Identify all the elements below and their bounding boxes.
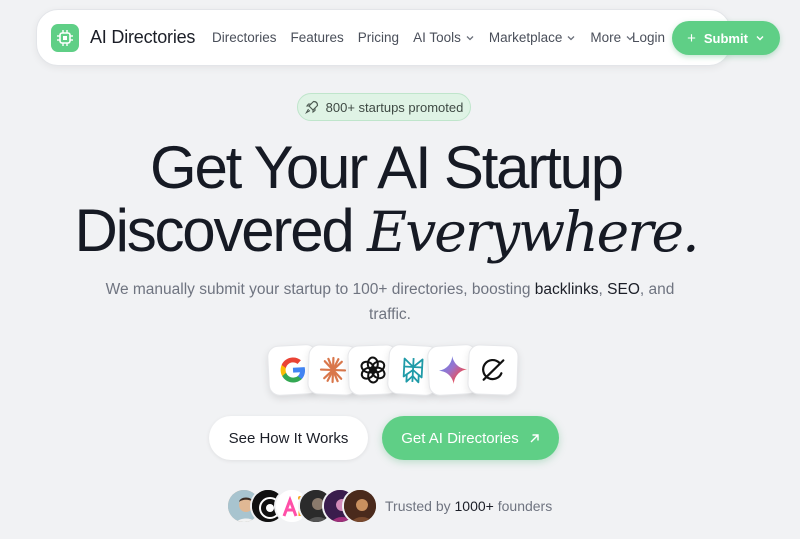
- nav-item-label: Features: [290, 30, 344, 45]
- headline-line-1: Get Your AI Startup: [150, 134, 624, 201]
- nav-menu: Directories Features Pricing AI Tools Ma…: [212, 30, 649, 45]
- get-ai-directories-button[interactable]: Get AI Directories: [382, 416, 559, 460]
- top-navbar: AI Directories Directories Features Pric…: [36, 9, 731, 66]
- subtitle-text: traffic.: [369, 306, 411, 323]
- chevron-down-icon: [756, 36, 764, 41]
- arrow-up-right-icon: [530, 433, 539, 442]
- headline-accent: Everywhere.: [367, 200, 700, 264]
- subtitle-highlight: backlinks: [534, 281, 599, 298]
- chevron-down-icon: [466, 35, 474, 40]
- trusted-prefix: Trusted by: [385, 498, 455, 514]
- trusted-suffix: founders: [493, 498, 553, 514]
- nav-item-more[interactable]: More: [590, 30, 635, 45]
- nav-item-features[interactable]: Features: [291, 30, 344, 45]
- subtitle-text: We manually submit your startup to 100+ …: [105, 281, 535, 298]
- founder-count: 1000+: [454, 498, 494, 514]
- trusted-by-text: Trusted by 1000+ founders: [385, 498, 552, 514]
- hero-subtitle: We manually submit your startup to 100+ …: [90, 277, 690, 327]
- grok-icon: [467, 344, 519, 396]
- nav-item-marketplace[interactable]: Marketplace: [489, 30, 577, 45]
- subtitle-text: ,: [598, 281, 608, 298]
- startups-badge: 800+ startups promoted: [297, 93, 471, 121]
- brand-name[interactable]: AI Directories: [90, 27, 195, 48]
- subtitle-text: , and: [639, 281, 675, 298]
- submit-label: Submit: [703, 30, 748, 46]
- submit-button[interactable]: + Submit: [672, 21, 780, 55]
- nav-item-ai-tools[interactable]: AI Tools: [413, 30, 475, 45]
- rocket-icon: [304, 100, 318, 114]
- see-how-label: See How It Works: [228, 429, 349, 447]
- subtitle-highlight: SEO: [607, 281, 640, 298]
- hero-headline: Get Your AI Startup Discovered Everywher…: [0, 136, 772, 264]
- headline-line-2: Discovered: [74, 197, 354, 264]
- nav-item-directories[interactable]: Directories: [212, 30, 277, 45]
- get-directories-label: Get AI Directories: [401, 429, 519, 447]
- nav-item-label: Marketplace: [488, 30, 563, 45]
- chip-logo-icon[interactable]: [51, 24, 79, 52]
- nav-item-label: Pricing: [357, 30, 400, 45]
- founder-avatars: [226, 488, 378, 524]
- ai-logo-row: [266, 343, 519, 397]
- badge-text: 800+ startups promoted: [325, 99, 464, 115]
- chevron-down-icon: [567, 35, 575, 40]
- nav-item-label: AI Tools: [413, 30, 461, 45]
- nav-item-pricing[interactable]: Pricing: [358, 30, 399, 45]
- nav-item-label: Directories: [212, 30, 277, 45]
- plus-icon: +: [687, 29, 696, 47]
- avatar: [342, 488, 378, 524]
- see-how-it-works-button[interactable]: See How It Works: [209, 416, 368, 460]
- login-link[interactable]: Login: [632, 30, 665, 45]
- nav-item-label: More: [590, 30, 622, 45]
